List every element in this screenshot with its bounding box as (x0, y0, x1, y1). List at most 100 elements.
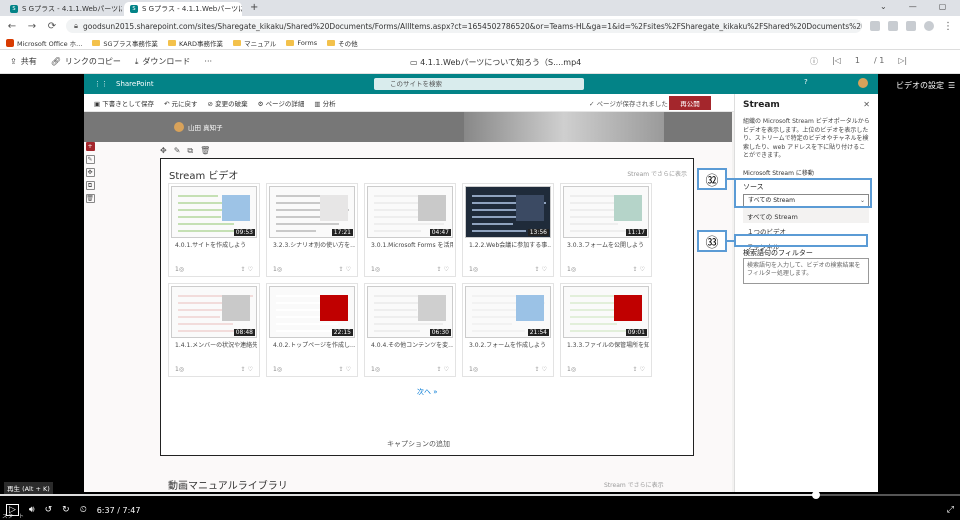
volume-icon[interactable]: 🔊︎ (29, 505, 35, 515)
card-action-icons[interactable]: ⇪ ♡ (633, 366, 645, 373)
video-card[interactable]: 08:48 1.4.1.メンバーの状況や連絡先... 1◎ ⇪ ♡ (168, 283, 260, 377)
save-draft-button[interactable]: ▣ 下書きとして保存 (94, 98, 154, 108)
video-title[interactable]: 4.0.1.サイトを作成しよう (175, 240, 257, 249)
video-card[interactable]: 09:53 4.0.1.サイトを作成しよう 1◎ ⇪ ♡ (168, 183, 260, 277)
delete-icon[interactable]: 🗑︎ (200, 146, 210, 156)
video-settings-button[interactable]: ビデオの設定 ☰ (896, 80, 955, 91)
new-tab-icon[interactable]: + (250, 2, 258, 13)
view-count: 1◎ (273, 266, 283, 273)
video-card[interactable]: 06:30 4.0.4.その他コンテンツを変... 1◎ ⇪ ♡ (364, 283, 456, 377)
video-title[interactable]: 1.4.1.メンバーの状況や連絡先... (175, 340, 257, 349)
republish-button[interactable]: 再公開 (669, 96, 711, 110)
minimize-icon[interactable]: — (909, 2, 917, 11)
download-button[interactable]: ⤓ ダウンロード (135, 56, 191, 67)
chevron-down-icon[interactable]: ⌄ (880, 2, 887, 11)
reload-icon[interactable]: ⟳ (46, 21, 58, 32)
extension-icon[interactable] (888, 21, 898, 31)
site-search-input[interactable]: このサイトを検索 (374, 78, 584, 90)
duplicate-icon[interactable]: ⧉ (187, 146, 193, 156)
stream-link[interactable]: Microsoft Stream に移動 (743, 168, 814, 177)
last-page-icon[interactable]: ▷| (898, 56, 907, 67)
forward-10-icon[interactable]: ↻ (62, 505, 70, 515)
stream-webpart[interactable]: Stream ビデオ Stream でさらに表示 09:53 4.0.1.サイトを… (160, 158, 694, 456)
profile-icon[interactable] (924, 21, 934, 31)
card-action-icons[interactable]: ⇪ ♡ (535, 266, 547, 273)
page-number[interactable]: 1 (855, 56, 860, 67)
video-title[interactable]: 3.0.2.フォームを作成しよう (469, 340, 551, 349)
fullscreen-icon[interactable]: ⤢ (947, 505, 954, 515)
video-card[interactable]: 09:01 1.3.3.ファイルの保管場所を知... 1◎ ⇪ ♡ (560, 283, 652, 377)
video-card[interactable]: 13:56 1.2.2.Web会議に参加する事... 1◎ ⇪ ♡ (462, 183, 554, 277)
back-icon[interactable]: ← (6, 21, 18, 32)
url-input[interactable]: 🔒︎ goodsun2015.sharepoint.com/sites/Shar… (66, 19, 862, 33)
undo-button[interactable]: ↶ 元に戻す (164, 98, 198, 108)
bookmark-item[interactable]: Forms (286, 39, 317, 47)
close-icon[interactable]: ✕ (863, 100, 870, 109)
delete-icon[interactable]: 🗑︎ (85, 194, 95, 203)
speed-icon[interactable]: ⏲︎ (80, 505, 87, 515)
video-title[interactable]: 3.0.1.Microsoft Forms を活用... (371, 240, 453, 249)
card-action-icons[interactable]: ⇪ ♡ (241, 366, 253, 373)
see-more-link[interactable]: Stream でさらに表示 (604, 480, 664, 489)
option-all-stream[interactable]: すべての Stream (743, 208, 869, 223)
card-action-icons[interactable]: ⇪ ♡ (633, 266, 645, 273)
card-action-icons[interactable]: ⇪ ♡ (437, 266, 449, 273)
extension-icon[interactable] (906, 21, 916, 31)
edit-icon[interactable]: ✎ (174, 146, 181, 156)
edit-icon[interactable]: ✎ (85, 155, 95, 164)
analytics-button[interactable]: ▥ 分析 (314, 98, 335, 108)
browser-tab[interactable]: S S Gプラス - 4.1.1.Webパーツについ ✕ (4, 2, 122, 16)
add-section-icon[interactable]: + (85, 142, 95, 151)
avatar[interactable] (858, 78, 868, 88)
card-action-icons[interactable]: ⇪ ♡ (241, 266, 253, 273)
maximize-icon[interactable]: ▢ (939, 2, 947, 11)
copy-link-button[interactable]: 🔗︎ リンクのコピー (51, 56, 121, 67)
bookmark-item[interactable]: SGプラス事務作業 (92, 38, 158, 48)
info-icon[interactable]: ⓘ (810, 56, 818, 67)
folder-icon (286, 39, 295, 46)
card-action-icons[interactable]: ⇪ ♡ (339, 266, 351, 273)
video-title[interactable]: 4.0.4.その他コンテンツを変... (371, 340, 453, 349)
menu-icon[interactable]: ⋮ (942, 21, 954, 32)
share-button[interactable]: ⇪ 共有 (10, 56, 37, 67)
next-page-link[interactable]: 次へ » (417, 387, 438, 397)
video-card[interactable]: 11:17 3.0.3.フォームを公開しよう 1◎ ⇪ ♡ (560, 183, 652, 277)
video-duration: 17:21 (331, 229, 353, 236)
extension-icon[interactable] (870, 21, 880, 31)
video-title[interactable]: 1.3.3.ファイルの保管場所を知... (567, 340, 649, 349)
video-title[interactable]: 3.0.3.フォームを公開しよう (567, 240, 649, 249)
card-action-icons[interactable]: ⇪ ♡ (535, 366, 547, 373)
bookmark-item[interactable]: Microsoft Office ホ... (6, 38, 82, 48)
card-action-icons[interactable]: ⇪ ♡ (339, 366, 351, 373)
forward-icon[interactable]: → (26, 21, 38, 32)
filter-input[interactable]: 検索語句を入力して、ビデオの検索結果をフィルター処理します。 (743, 258, 869, 284)
bookmark-item[interactable]: KARD事務作業 (167, 38, 223, 48)
window-controls: ⌄ — ▢ ✕ (880, 2, 960, 11)
more-button[interactable]: ··· (204, 57, 212, 66)
video-card[interactable]: 17:21 3.2.3.シナリオ別の使い方を... 1◎ ⇪ ♡ (266, 183, 358, 277)
duplicate-icon[interactable]: ⧉ (85, 181, 95, 190)
video-title[interactable]: 3.2.3.シナリオ別の使い方を... (273, 240, 355, 249)
browser-tab-active[interactable]: S S Gプラス - 4.1.1.Webパーツについ ✕ (124, 2, 242, 16)
video-card[interactable]: 04:47 3.0.1.Microsoft Forms を活用... 1◎ ⇪ ♡ (364, 183, 456, 277)
move-icon[interactable]: ✥ (85, 168, 95, 177)
bookmark-item[interactable]: その他 (327, 38, 358, 48)
app-launcher-icon[interactable]: ⋮⋮ (94, 80, 108, 88)
discard-button[interactable]: ⊘ 変更の破棄 (208, 98, 248, 108)
video-title[interactable]: 4.0.2.トップページを作成し... (273, 340, 355, 349)
first-page-icon[interactable]: |◁ (832, 56, 841, 67)
video-title[interactable]: 1.2.2.Web会議に参加する事... (469, 240, 551, 249)
rewind-10-icon[interactable]: ↺ (45, 505, 53, 515)
video-card[interactable]: 21:54 3.0.2.フォームを作成しよう 1◎ ⇪ ♡ (462, 283, 554, 377)
move-icon[interactable]: ✥ (160, 146, 167, 156)
seek-handle[interactable] (812, 491, 820, 499)
seek-bar[interactable] (0, 491, 960, 499)
help-icon[interactable]: ? (804, 78, 808, 86)
file-title: ▭ 4.1.1.Webパーツについて知ろう（S....mp4 (410, 58, 582, 67)
bookmark-item[interactable]: マニュアル (233, 38, 276, 48)
page-details-button[interactable]: ⚙ ページの詳細 (258, 98, 305, 108)
video-card[interactable]: 22:15 4.0.2.トップページを作成し... 1◎ ⇪ ♡ (266, 283, 358, 377)
caption-field[interactable]: キャプションの追加 (387, 439, 450, 449)
card-action-icons[interactable]: ⇪ ♡ (437, 366, 449, 373)
see-more-link[interactable]: Stream でさらに表示 (627, 169, 687, 178)
